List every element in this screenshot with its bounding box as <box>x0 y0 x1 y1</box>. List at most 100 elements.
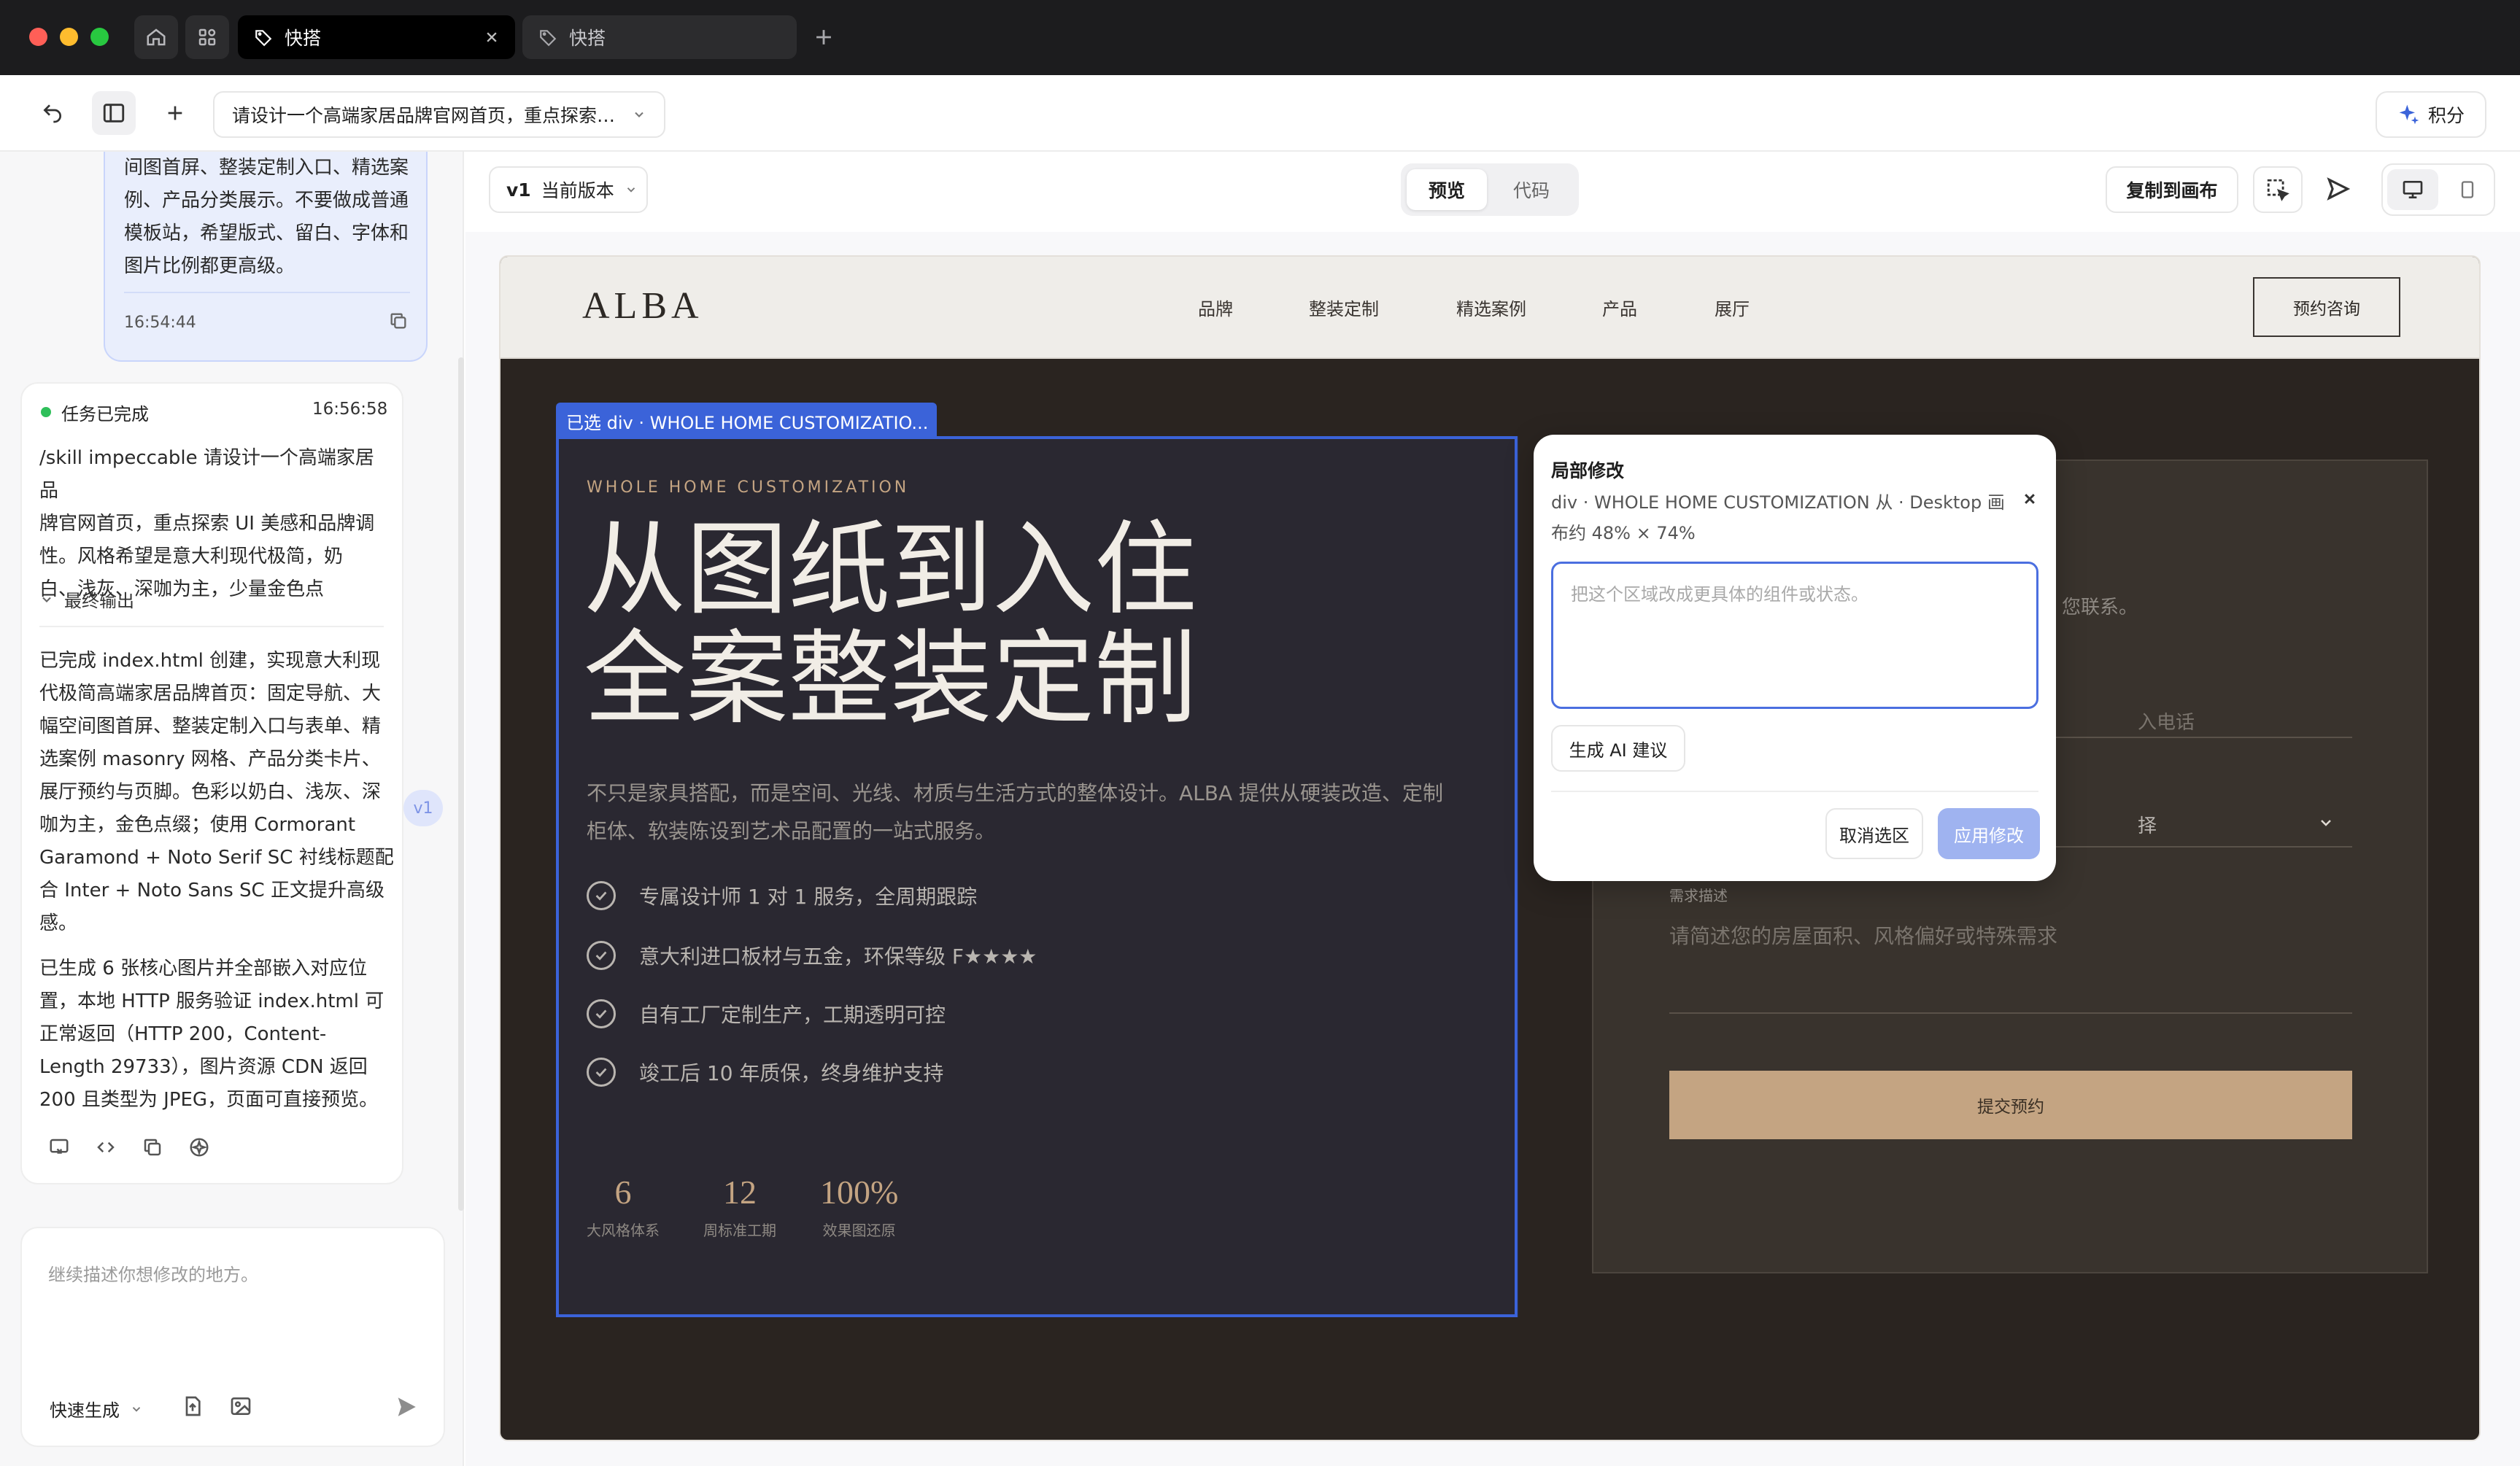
points-button[interactable]: 积分 <box>2376 91 2486 138</box>
chat-input[interactable]: 继续描述你想修改的地方。 <box>48 1260 258 1286</box>
tab-code[interactable]: 代码 <box>1491 169 1572 210</box>
cancel-selection-button[interactable]: 取消选区 <box>1825 808 1923 859</box>
chevron-down-icon <box>39 592 54 607</box>
tab-label: 快搭 <box>569 28 606 49</box>
final-output-label: 最终输出 <box>64 591 134 611</box>
text-line: 选案例 masonry 网格、产品分类卡片、 <box>39 748 381 770</box>
apply-changes-button[interactable]: 应用修改 <box>1938 808 2040 859</box>
nav-link-products[interactable]: 产品 <box>1602 295 1637 320</box>
task-time: 16:56:58 <box>312 400 388 419</box>
chat-input-box: 继续描述你想修改的地方。 快速生成 <box>20 1227 445 1447</box>
text-line: 展厅预约与页脚。色彩以奶白、浅灰、深 <box>39 781 382 803</box>
apps-grid-icon[interactable] <box>185 15 229 59</box>
text-line: 合 Inter + Noto Sans SC 正文提升高级 <box>39 880 384 901</box>
nav-link-customization[interactable]: 整装定制 <box>1309 295 1379 320</box>
copy-icon[interactable] <box>142 1136 163 1158</box>
version-label: v1 <box>506 179 531 201</box>
text-line: 咖为主，金色点缀；使用 Cormorant <box>39 814 356 836</box>
app-toolbar: 请设计一个高端家居品牌官网首页，重点探索 U... 积分 <box>0 75 2520 152</box>
text-line: 感。 <box>39 912 78 934</box>
text-line: 正常返回（HTTP 200，Content- <box>39 1023 327 1045</box>
close-window-button[interactable] <box>29 28 47 46</box>
maximize-window-button[interactable] <box>90 28 109 46</box>
sidebar-toggle-icon[interactable] <box>92 91 136 135</box>
assistant-message-card: 任务已完成 16:56:58 /skill impeccable 请设计一个高端… <box>20 382 403 1184</box>
consult-button[interactable]: 预约咨询 <box>2253 277 2400 337</box>
text-line: 置，本地 HTTP 服务验证 index.html 可 <box>39 990 384 1012</box>
message-actions <box>48 1136 210 1158</box>
version-select[interactable]: v1 当前版本 <box>489 166 648 213</box>
version-chip[interactable]: v1 <box>403 790 443 826</box>
plus-icon[interactable] <box>153 91 197 135</box>
ai-suggest-button[interactable]: 生成 AI 建议 <box>1551 725 1685 772</box>
tag-icon <box>254 28 273 47</box>
final-output-toggle[interactable]: 最终输出 <box>39 586 134 612</box>
site-nav: ALBA 品牌 整装定制 精选案例 产品 展厅 预约咨询 <box>500 257 2479 359</box>
edit-instruction-textarea[interactable]: 把这个区域改成更具体的组件或状态。 <box>1551 562 2038 709</box>
sparkle-icon <box>2397 103 2421 126</box>
subtitle-line: 布约 48% × 74% <box>1551 523 1696 543</box>
version-text: 当前版本 <box>541 180 614 201</box>
close-icon[interactable] <box>2020 489 2040 509</box>
result-detail: 已生成 6 张核心图片并全部嵌入对应位 置，本地 HTTP 服务验证 index… <box>39 953 397 1117</box>
tab-kuaida-active[interactable]: 快搭 <box>238 15 515 59</box>
pointer-icon[interactable] <box>2324 175 2352 203</box>
close-tab-icon[interactable] <box>482 27 502 47</box>
sidebar-scrollbar[interactable] <box>458 357 464 1211</box>
chevron-down-icon <box>625 183 638 196</box>
status-dot <box>41 407 51 417</box>
desc-label: 需求描述 <box>1669 887 1728 904</box>
text-line: 间图首屏、整装定制入口、精选案 <box>124 157 409 179</box>
copy-icon[interactable] <box>388 311 409 331</box>
undo-icon[interactable] <box>31 91 74 135</box>
user-message-text: 间图首屏、整装定制入口、精选案 例、产品分类展示。不要做成普通 模板站，希望版式… <box>124 152 416 283</box>
site-logo[interactable]: ALBA <box>582 284 703 327</box>
tab-kuaida[interactable]: 快搭 <box>522 15 797 59</box>
ai-enhance-icon[interactable] <box>188 1136 210 1158</box>
divider <box>39 626 384 627</box>
home-icon[interactable] <box>134 15 178 59</box>
text-line: 例、产品分类展示。不要做成普通 <box>124 190 409 212</box>
result-summary: 已完成 index.html 创建，实现意大利现 代极简高端家居品牌首页：固定导… <box>39 645 397 940</box>
text-line: 性。风格希望是意大利现代极简，奶 <box>39 546 344 567</box>
text-line: /skill impeccable 请设计一个高端家居品 <box>39 447 374 502</box>
subtitle-line: div · WHOLE HOME CUSTOMIZATION 从 · Deskt… <box>1551 492 2005 513</box>
desc-placeholder: 请简述您的房屋面积、风格偏好或特殊需求 <box>1669 924 2058 948</box>
tab-preview[interactable]: 预览 <box>1407 169 1487 210</box>
divider <box>124 292 410 293</box>
window-titlebar: 快搭 快搭 <box>0 0 2520 75</box>
desc-textarea[interactable]: 请简述您的房屋面积、风格偏好或特殊需求 <box>1669 912 2352 1014</box>
text-line: Length 29733），图片资源 CDN 返回 <box>39 1056 368 1078</box>
popup-title: 局部修改 <box>1551 460 1625 481</box>
select-area-icon[interactable] <box>2253 166 2303 213</box>
mobile-icon[interactable] <box>2446 169 2489 210</box>
tab-label: 快搭 <box>285 28 322 49</box>
selection-tag: 已选 div · WHOLE HOME CUSTOMIZATIO... <box>556 403 937 439</box>
send-icon[interactable] <box>394 1395 419 1419</box>
nav-link-showroom[interactable]: 展厅 <box>1715 295 1750 320</box>
text-line: 模板站，希望版式、留白、字体和 <box>124 222 409 244</box>
image-icon[interactable] <box>229 1395 252 1418</box>
text-line: 200 且类型为 JPEG，页面可直接预览。 <box>39 1089 379 1111</box>
attach-file-icon[interactable] <box>181 1395 204 1418</box>
nav-link-cases[interactable]: 精选案例 <box>1456 295 1526 320</box>
local-edit-popup: 局部修改 div · WHOLE HOME CUSTOMIZATION 从 · … <box>1534 435 2056 881</box>
phone-placeholder: 入电话 <box>2138 712 2195 734</box>
text-line: 幅空间图首屏、整装定制入口与表单、精 <box>39 715 382 737</box>
copy-to-canvas-button[interactable]: 复制到画布 <box>2106 166 2238 213</box>
mode-select[interactable]: 快速生成 <box>50 1396 143 1422</box>
text-line: 代极简高端家居品牌首页：固定导航、大 <box>39 683 382 705</box>
chevron-down-icon <box>130 1403 143 1416</box>
popup-subtitle: div · WHOLE HOME CUSTOMIZATION 从 · Deskt… <box>1551 487 2018 548</box>
select-value: 择 <box>2138 815 2157 837</box>
new-tab-plus-icon[interactable] <box>811 25 836 50</box>
desktop-icon[interactable] <box>2387 169 2438 210</box>
code-icon[interactable] <box>95 1136 117 1158</box>
minimize-window-button[interactable] <box>60 28 78 46</box>
project-title-select[interactable]: 请设计一个高端家居品牌官网首页，重点探索 U... <box>213 91 665 138</box>
user-message-time: 16:54:44 <box>124 314 196 332</box>
submit-button[interactable]: 提交预约 <box>1669 1071 2352 1139</box>
nav-link-brand[interactable]: 品牌 <box>1198 295 1233 320</box>
preview-icon[interactable] <box>48 1136 70 1158</box>
selection-outline <box>556 436 1518 1317</box>
